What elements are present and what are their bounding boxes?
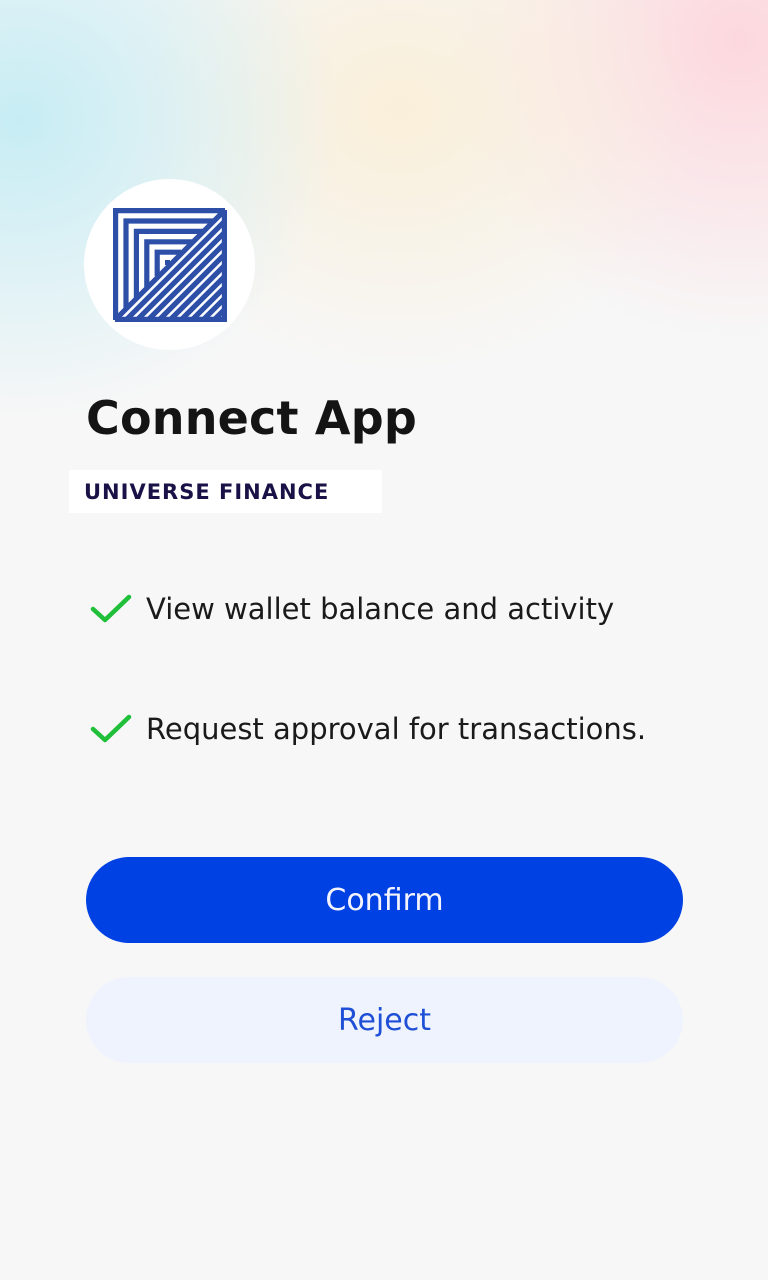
- striped-square-logo-icon: [112, 207, 227, 322]
- check-icon: [90, 589, 132, 629]
- permission-item: Request approval for transactions.: [90, 709, 646, 749]
- reject-button[interactable]: Reject: [86, 977, 683, 1063]
- confirm-button[interactable]: Confirm: [86, 857, 683, 943]
- permission-text: Request approval for transactions.: [146, 712, 647, 746]
- check-icon: [90, 709, 132, 749]
- permission-item: View wallet balance and activity: [90, 589, 614, 629]
- brand-name: UNIVERSE FINANCE: [84, 479, 330, 504]
- app-logo: [84, 179, 255, 350]
- page-title: Connect App: [86, 391, 417, 445]
- brand-badge: UNIVERSE FINANCE: [69, 470, 382, 513]
- background-gradient: [0, 0, 768, 1280]
- permission-text: View wallet balance and activity: [146, 592, 615, 626]
